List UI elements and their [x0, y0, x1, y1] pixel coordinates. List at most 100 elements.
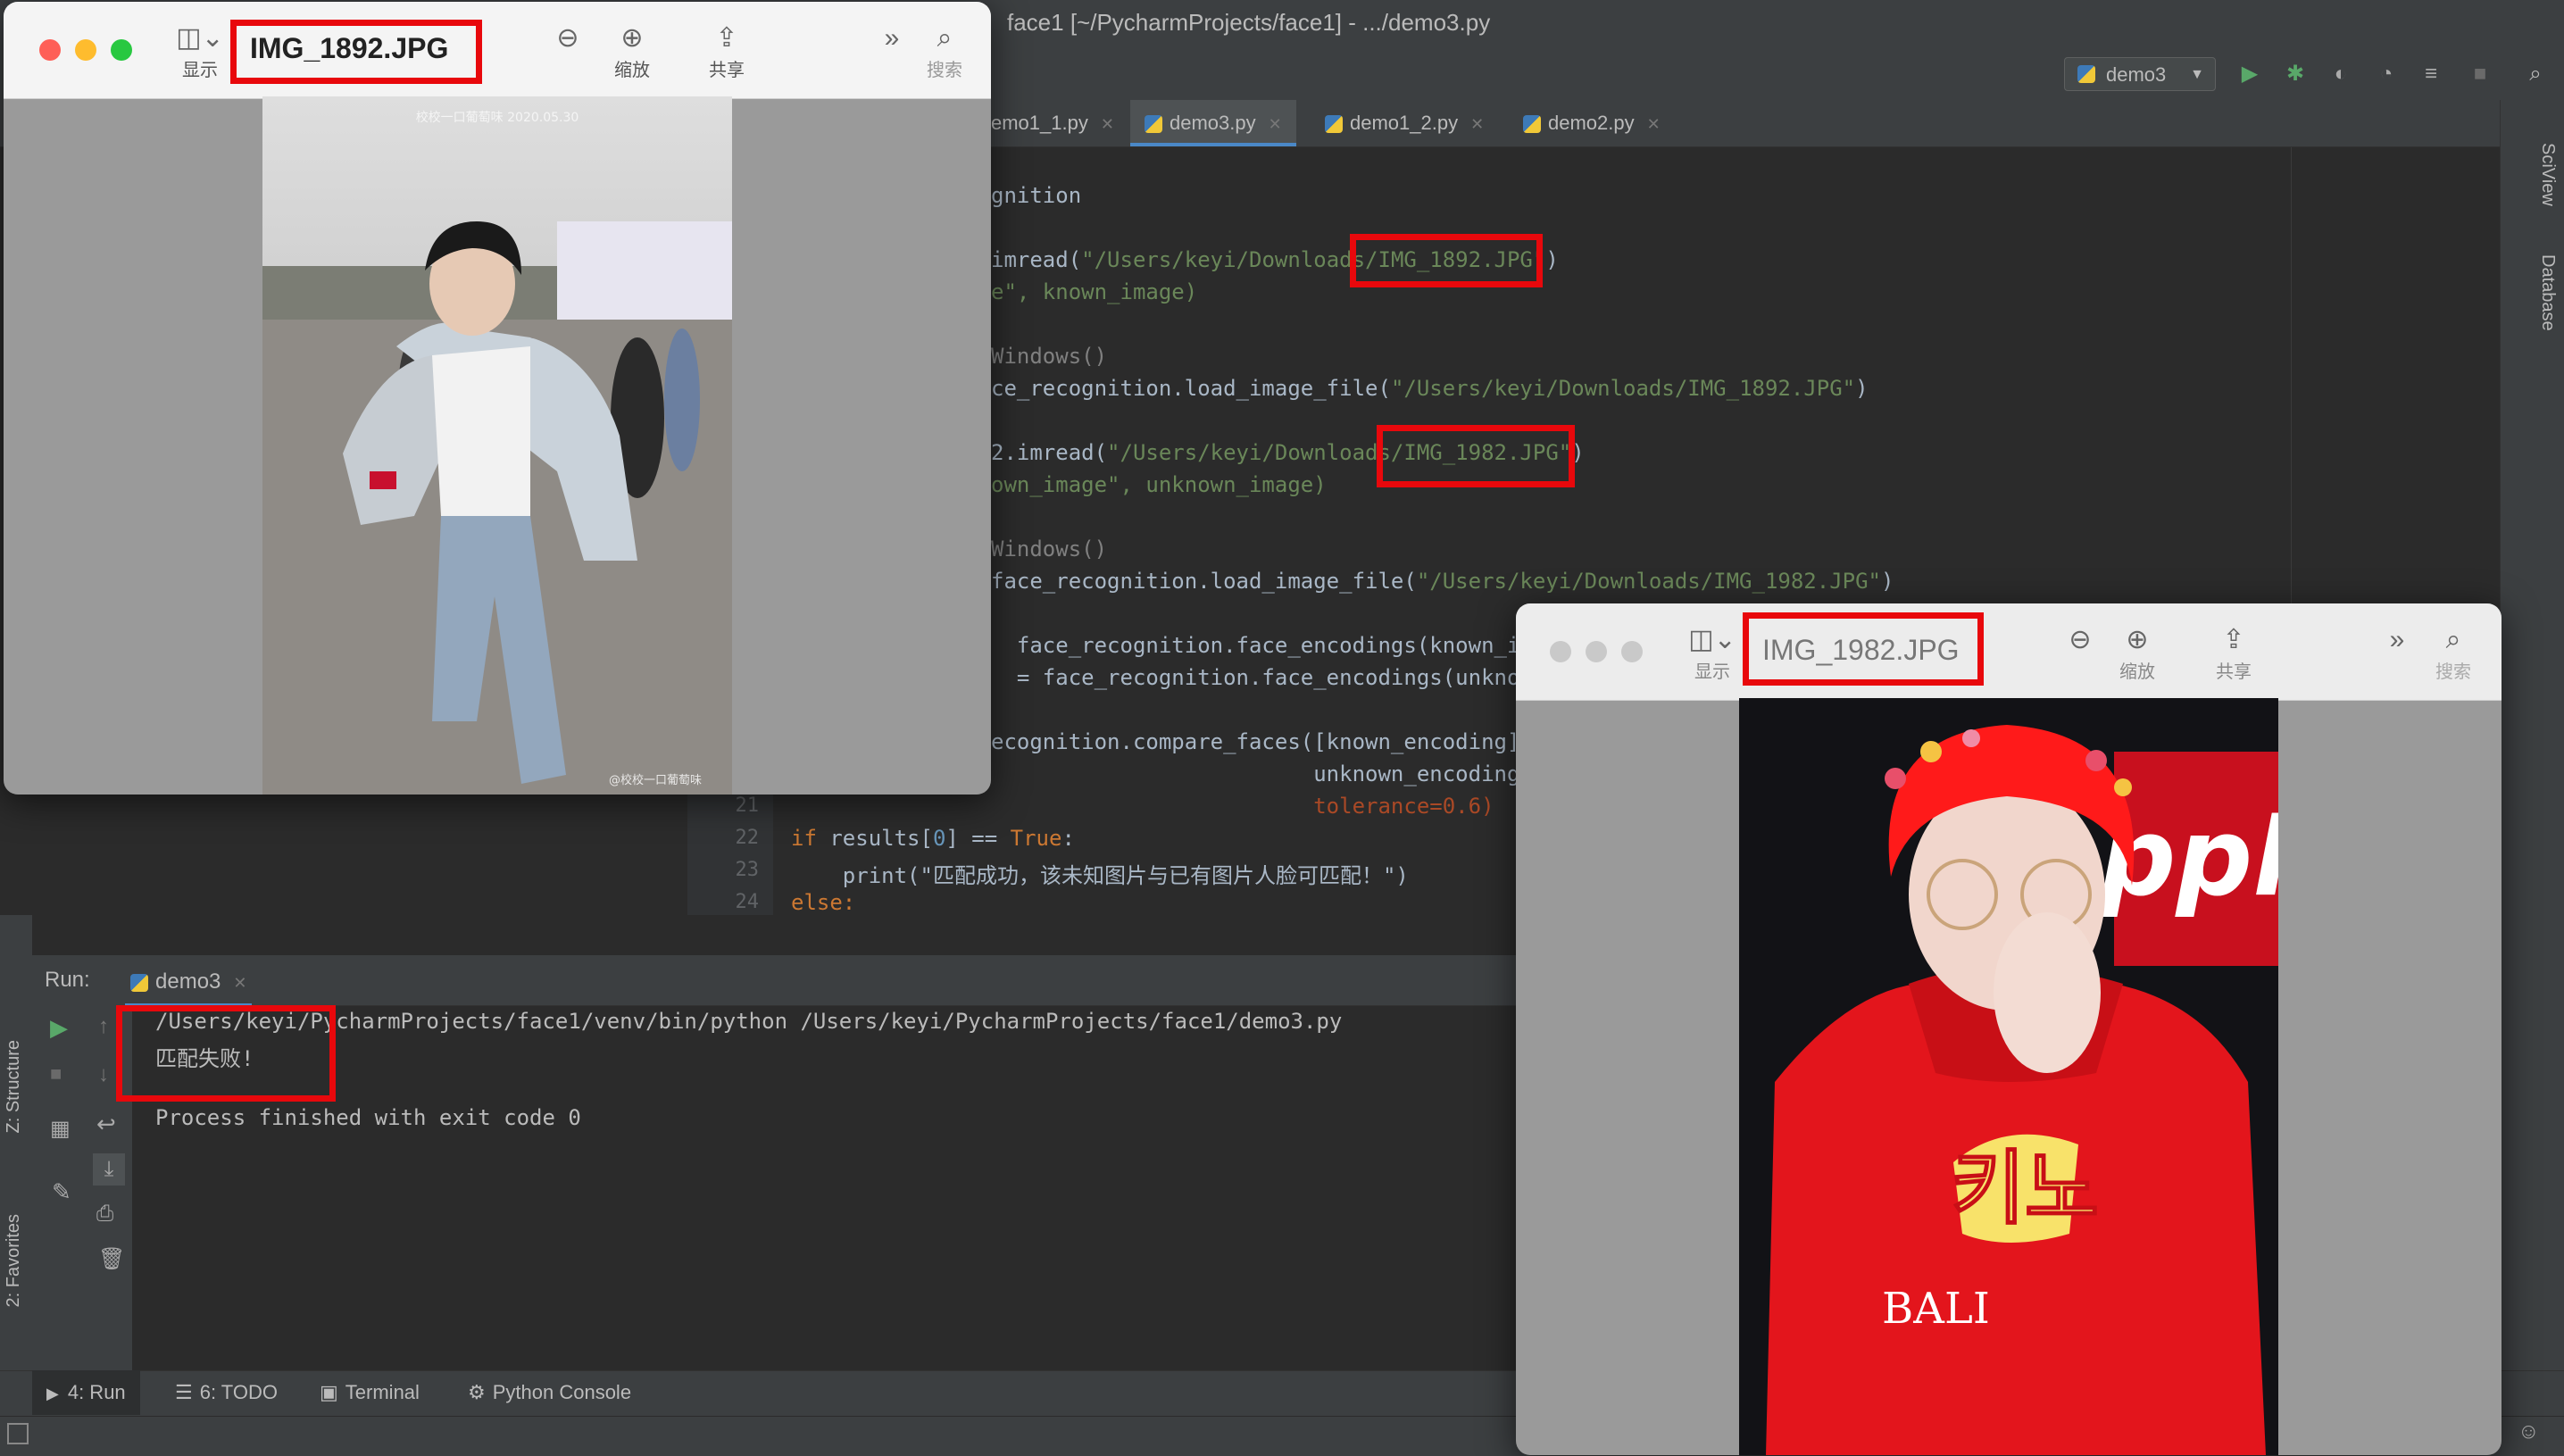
database-tool-button[interactable]: Database — [2537, 254, 2558, 331]
search-icon: ⌕ — [937, 23, 953, 53]
layout-toggle-icon[interactable] — [7, 1423, 29, 1444]
debug-icon[interactable]: ✱ — [2282, 61, 2309, 87]
close-icon[interactable]: ✕ — [233, 974, 246, 992]
tab-demo3[interactable]: demo3.py ✕ — [1130, 100, 1296, 146]
code-line: e", known_image) — [991, 279, 1198, 304]
preview-window-img1892[interactable]: ◫⌄ 显示 IMG_1892.JPG ⊖ ⊕ 缩放 ⇪ 共享 » ⌕ 搜索 校校一口葡萄… — [4, 2, 991, 795]
code-line: gnition — [991, 183, 1082, 208]
run-config-label: demo3 — [2106, 63, 2167, 86]
sidebar-view-button[interactable]: ◫⌄ 显示 — [173, 21, 227, 81]
highlight-box — [1377, 425, 1575, 487]
pin-icon[interactable]: ✎ — [52, 1178, 71, 1206]
tab-label: emo1_1.py — [991, 112, 1088, 134]
code-line: face_recognition.load_image_file("/Users… — [991, 569, 1894, 594]
close-icon[interactable]: ✕ — [1101, 115, 1114, 133]
close-icon[interactable]: ✕ — [1647, 115, 1661, 133]
arrow-down-icon[interactable]: ↓ — [98, 1062, 109, 1087]
arrow-up-icon[interactable]: ↑ — [98, 1014, 109, 1039]
minimize-window-button[interactable] — [75, 39, 96, 61]
share-button[interactable]: ⇪ 共享 — [700, 21, 753, 81]
stop-icon[interactable]: ■ — [50, 1062, 62, 1086]
layout-icon[interactable]: ▦ — [50, 1116, 71, 1142]
sciview-tool-button[interactable]: SciView — [2537, 143, 2558, 206]
photo-watermark-bottom: @校校一口葡萄味 — [609, 773, 702, 787]
zoom-in-button[interactable]: ⊕ 缩放 — [2102, 623, 2173, 683]
preview-toolbar — [4, 2, 991, 99]
code-line: else: — [791, 890, 856, 915]
zoom-out-button[interactable]: ⊖ — [550, 21, 586, 55]
photo-korean-text: 키노 — [1951, 1142, 2099, 1236]
tab-demo1_2[interactable]: demo1_2.py ✕ — [1311, 100, 1498, 146]
rerun-icon[interactable]: ▶ — [50, 1014, 68, 1042]
preview-filename: IMG_1982.JPG — [1762, 634, 1960, 666]
sidebar-view-button[interactable]: ◫⌄ 显示 — [1686, 623, 1739, 683]
photo-young-man-denim: 校校一口葡萄味 2020.05.30 @校校一口葡萄味 — [262, 96, 732, 795]
code-line: tolerance=0.6) — [991, 794, 1494, 819]
trash-icon[interactable]: 🗑 — [98, 1246, 125, 1272]
sidebar-icon: ◫⌄ — [176, 23, 224, 53]
print-icon[interactable]: ⎙ — [96, 1202, 113, 1227]
run-icon[interactable]: ▶ — [2236, 61, 2263, 87]
run-tab-demo3[interactable]: demo3 ✕ — [125, 961, 253, 1007]
event-log-icon[interactable]: ☺ — [2518, 1419, 2540, 1444]
code-line: print("匹配成功，该未知图片与已有图片人脸可匹配！") — [791, 863, 1409, 888]
coverage-icon[interactable]: ◐ — [2327, 61, 2354, 87]
run-tool-button[interactable]: ▶ 4: Run — [32, 1370, 140, 1415]
profile-icon[interactable]: ◔ — [2373, 61, 2400, 87]
tab-demo2[interactable]: demo2.py ✕ — [1509, 100, 1675, 146]
search-field[interactable]: ⌕ 搜索 — [918, 21, 971, 81]
photo-shirt-text: BALI — [1882, 1284, 1990, 1334]
search-everywhere-icon[interactable]: ⌕ — [2522, 61, 2549, 87]
preview-window-img1982[interactable]: ◫⌄ 显示 IMG_1982.JPG ⊖ ⊕ 缩放 ⇪ 共享 » ⌕ 搜索 ppl 키노… — [1516, 603, 2502, 1455]
python-icon — [1325, 115, 1343, 134]
list-icon: ☰ — [175, 1381, 193, 1403]
code-line: = face_recognition.face_encodings(unknow… — [991, 665, 1546, 690]
more-tools-button[interactable]: » — [870, 21, 914, 55]
python-console-tool-button[interactable]: ⚙ Python Console — [468, 1370, 631, 1415]
run-config-select[interactable]: demo3 ▼ — [2064, 57, 2216, 91]
scroll-to-end-icon[interactable]: ⤓ — [93, 1153, 125, 1186]
highlight-box — [1350, 234, 1543, 287]
python-icon — [130, 973, 148, 992]
more-tools-button[interactable]: » — [2375, 623, 2419, 657]
zoom-window-button[interactable] — [1621, 641, 1643, 662]
code-line: face_recognition.face_encodings(known_im… — [991, 633, 1546, 658]
share-icon: ⇪ — [2222, 625, 2245, 654]
tab-demo1_1[interactable]: emo1_1.py ✕ — [977, 100, 1128, 146]
close-window-button[interactable] — [39, 39, 61, 61]
line-number: 22 — [735, 827, 760, 849]
python-icon — [1145, 115, 1162, 134]
code-line: ecognition.compare_faces([known_encoding… — [991, 729, 1533, 754]
minimize-window-button[interactable] — [1586, 641, 1607, 662]
line-number: 24 — [735, 891, 760, 913]
search-icon: ⌕ — [2445, 625, 2461, 654]
stop-icon[interactable]: ■ — [2467, 61, 2493, 87]
close-icon[interactable]: ✕ — [1269, 115, 1282, 133]
chevron-double-right-icon: » — [884, 23, 900, 53]
zoom-window-button[interactable] — [111, 39, 132, 61]
close-window-button[interactable] — [1550, 641, 1571, 662]
favorites-tool-button[interactable]: 2: Favorites — [4, 1214, 24, 1307]
python-icon — [1523, 115, 1541, 134]
ide-window-title: face1 [~/PycharmProjects/face1] - .../de… — [1007, 9, 1491, 36]
line-number: 23 — [735, 859, 760, 881]
todo-tool-button[interactable]: ☰ 6: TODO — [175, 1370, 278, 1415]
code-line: if results[0] == True: — [791, 826, 1075, 851]
soft-wrap-icon[interactable]: ↩ — [96, 1111, 116, 1138]
zoom-in-icon: ⊕ — [2126, 625, 2149, 654]
preview-toolbar — [1516, 603, 2502, 701]
close-icon[interactable]: ✕ — [1470, 115, 1484, 133]
terminal-tool-button[interactable]: ▣ Terminal — [320, 1370, 420, 1415]
run-label: Run: — [45, 968, 90, 992]
python-icon — [2077, 65, 2095, 83]
code-line: unknown_encoding, — [991, 761, 1533, 786]
zoom-out-button[interactable]: ⊖ — [2062, 623, 2098, 657]
search-field[interactable]: ⌕ 搜索 — [2427, 623, 2480, 683]
concurrency-icon[interactable]: ≡ — [2418, 61, 2444, 87]
share-button[interactable]: ⇪ 共享 — [2207, 623, 2260, 683]
terminal-icon: ▣ — [320, 1381, 338, 1403]
code-line: ce_recognition.load_image_file("/Users/k… — [991, 376, 1869, 401]
structure-tool-button[interactable]: Z: Structure — [4, 1040, 24, 1133]
zoom-in-button[interactable]: ⊕ 缩放 — [596, 21, 668, 81]
tab-label: demo3.py — [1170, 112, 1256, 134]
